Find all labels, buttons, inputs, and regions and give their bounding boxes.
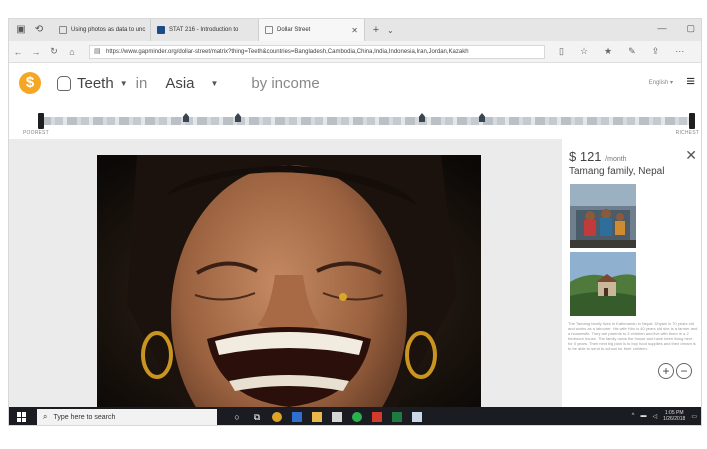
share-icon[interactable]: ⇪ bbox=[652, 46, 660, 57]
tray-chevron-icon[interactable]: ^ bbox=[632, 413, 635, 419]
dollar-street-header: $ Teeth ▼ in Asia ▼ by income English ▾ … bbox=[9, 63, 701, 103]
chrome-icon[interactable] bbox=[267, 407, 287, 425]
poorest-label: POOREST bbox=[23, 130, 49, 136]
taskbar-apps: ○ ⧉ bbox=[227, 407, 427, 425]
income-marker[interactable] bbox=[183, 113, 189, 122]
income-marker[interactable] bbox=[479, 113, 485, 122]
caret-down-icon: ▼ bbox=[119, 78, 128, 88]
thing-selector[interactable]: Teeth ▼ bbox=[57, 75, 128, 92]
search-icon: ⌕ bbox=[43, 412, 48, 421]
favorite-star-icon[interactable]: ☆ bbox=[580, 46, 588, 57]
clock[interactable]: 1:05 PM 1/26/2018 bbox=[663, 410, 685, 422]
network-icon[interactable]: ▬ bbox=[640, 413, 646, 419]
main-photo[interactable] bbox=[97, 155, 481, 407]
zoom-in-button[interactable]: + bbox=[658, 363, 674, 379]
language-label: English bbox=[648, 80, 669, 86]
favorites-icon[interactable]: ★ bbox=[604, 46, 612, 57]
tab-title: Dollar Street bbox=[277, 27, 311, 33]
page-favicon-icon bbox=[265, 26, 273, 34]
windows-taskbar: ⌕ Type here to search ○ ⧉ ^ ▬ ◁ 1:05 PM … bbox=[9, 407, 701, 425]
house-photo bbox=[570, 252, 636, 316]
tab-title: STAT 216 - Introduction to bbox=[169, 27, 239, 33]
language-caret-icon: ▾ bbox=[669, 80, 673, 86]
zoom-out-button[interactable]: − bbox=[676, 363, 692, 379]
volume-icon[interactable]: ◁ bbox=[652, 413, 657, 420]
tab-stat-216[interactable]: STAT 216 - Introduction to bbox=[151, 19, 259, 41]
page-favicon-icon bbox=[59, 26, 67, 34]
family-info-panel: $ 121 /month Tamang family, Nepal ✕ The … bbox=[562, 139, 701, 407]
dollar-street-logo[interactable]: $ bbox=[19, 72, 41, 94]
forward-icon[interactable]: → bbox=[27, 47, 45, 57]
cortana-icon[interactable]: ○ bbox=[227, 407, 247, 425]
clock-date: 1/26/2018 bbox=[663, 416, 686, 422]
notifications-icon[interactable]: ▭ bbox=[691, 413, 697, 420]
system-tray: ^ ▬ ◁ 1:05 PM 1/26/2018 ▭ bbox=[632, 410, 697, 422]
by-income-label: by income bbox=[251, 74, 320, 92]
address-bar[interactable]: ▤ https://www.gapminder.org/dollar-stree… bbox=[89, 44, 545, 59]
window-controls: — ▢ bbox=[657, 23, 695, 34]
place-selector[interactable]: Asia ▼ bbox=[165, 75, 239, 92]
taskbar-search-box[interactable]: ⌕ Type here to search bbox=[37, 409, 217, 425]
in-label: in bbox=[135, 74, 148, 92]
laughing-woman-photo bbox=[97, 155, 481, 407]
house-photo-thumbnail[interactable] bbox=[570, 252, 636, 316]
maximize-icon[interactable]: ▢ bbox=[686, 23, 695, 34]
store-icon[interactable] bbox=[327, 407, 347, 425]
family-photo-thumbnail[interactable] bbox=[570, 184, 636, 248]
url-text: https://www.gapminder.org/dollar-street/… bbox=[106, 48, 469, 55]
income-price: $ 121 /month bbox=[569, 149, 627, 164]
browser-window: ▣ ⟲ Using photos as data to unc STAT 216… bbox=[8, 18, 702, 426]
place-label: Asia bbox=[165, 74, 195, 92]
task-view-icon[interactable]: ⧉ bbox=[247, 407, 267, 425]
tab-close-icon[interactable]: ✕ bbox=[351, 26, 358, 35]
acrobat-icon[interactable] bbox=[367, 407, 387, 425]
family-name[interactable]: Tamang family, Nepal bbox=[569, 166, 664, 177]
language-selector[interactable]: English ▾ bbox=[649, 79, 673, 86]
richest-label: RICHEST bbox=[675, 130, 699, 136]
back-icon[interactable]: ← bbox=[9, 47, 27, 57]
tooth-icon bbox=[57, 75, 71, 91]
lock-icon: ▤ bbox=[94, 47, 101, 55]
main-content: $ 121 /month Tamang family, Nepal ✕ The … bbox=[9, 139, 701, 407]
tab-title: Using photos as data to unc bbox=[71, 27, 146, 33]
excel-icon[interactable] bbox=[387, 407, 407, 425]
income-marker[interactable] bbox=[235, 113, 241, 122]
home-icon[interactable]: ⌂ bbox=[63, 47, 81, 57]
family-photo bbox=[570, 184, 636, 248]
refresh-icon[interactable]: ↻ bbox=[45, 46, 63, 57]
d2l-favicon-icon bbox=[157, 26, 165, 34]
tab-dollar-street[interactable]: Dollar Street ✕ bbox=[259, 19, 365, 41]
thing-label: Teeth bbox=[77, 74, 114, 92]
more-icon[interactable]: ⋯ bbox=[675, 46, 684, 57]
close-icon[interactable]: ✕ bbox=[685, 147, 697, 164]
tab-using-photos[interactable]: Using photos as data to unc bbox=[53, 19, 151, 41]
tab-strip: ▣ ⟲ Using photos as data to unc STAT 216… bbox=[9, 19, 701, 41]
income-track[interactable] bbox=[41, 117, 691, 125]
tab-preview-chevron-icon[interactable]: ⌄ bbox=[387, 26, 394, 35]
new-tab-button[interactable]: + bbox=[369, 24, 383, 36]
tab-actions-icon[interactable]: ▣ bbox=[15, 24, 27, 36]
income-marker[interactable] bbox=[419, 113, 425, 122]
family-description: The Tamang family lives in Kathmandu in … bbox=[568, 321, 698, 351]
caret-down-icon: ▼ bbox=[210, 78, 219, 88]
income-slider: POOREST RICHEST bbox=[9, 103, 701, 139]
hamburger-menu-icon[interactable]: ≡ bbox=[686, 74, 695, 89]
search-placeholder: Type here to search bbox=[53, 413, 116, 421]
price-value: $ 121 bbox=[569, 149, 602, 164]
per-month-label: /month bbox=[605, 156, 627, 163]
max-income-handle[interactable] bbox=[689, 113, 695, 129]
back-tabs-icon[interactable]: ⟲ bbox=[33, 24, 45, 36]
spotify-icon[interactable] bbox=[347, 407, 367, 425]
notes-icon[interactable]: ✎ bbox=[628, 46, 636, 57]
app-icon[interactable] bbox=[407, 407, 427, 425]
browser-toolbar: ▯ ☆ ★ ✎ ⇪ ⋯ bbox=[559, 46, 684, 57]
file-explorer-icon[interactable] bbox=[307, 407, 327, 425]
min-income-handle[interactable] bbox=[38, 113, 44, 129]
reading-view-icon[interactable]: ▯ bbox=[559, 46, 564, 57]
edge-icon[interactable] bbox=[287, 407, 307, 425]
minimize-icon[interactable]: — bbox=[657, 23, 666, 34]
windows-start-icon[interactable] bbox=[17, 412, 27, 422]
navigation-bar: ← → ↻ ⌂ ▤ https://www.gapminder.org/doll… bbox=[9, 41, 701, 63]
